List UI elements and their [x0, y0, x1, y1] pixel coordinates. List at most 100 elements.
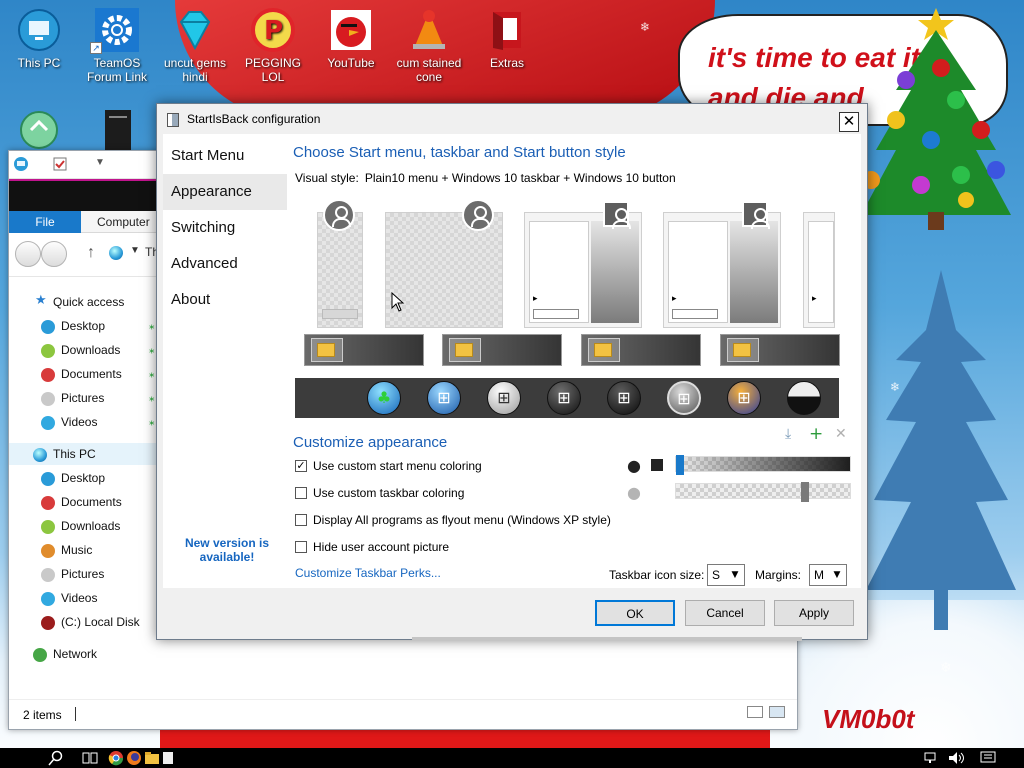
ok-button[interactable]: OK [595, 600, 675, 626]
folder-icon[interactable] [144, 750, 160, 766]
forward-button[interactable] [41, 241, 67, 267]
nav-pc-desktop[interactable]: Desktop [9, 467, 157, 489]
pin-icon: ⁎ [149, 392, 155, 404]
start-menu-style-thumbnail[interactable] [317, 199, 363, 328]
nav-start-menu[interactable]: Start Menu [163, 138, 287, 174]
tab-file[interactable]: File [9, 211, 81, 233]
checkbox[interactable] [295, 487, 307, 499]
checkbox-checked[interactable]: ✓ [295, 460, 307, 472]
address-dropdown-icon[interactable]: ▼ [130, 245, 140, 256]
desktop-icon-uncut-gems[interactable]: uncut gems hindi [156, 6, 234, 84]
taskbar-opacity-slider[interactable] [675, 482, 851, 502]
nav-item-desktop[interactable]: Desktop ⁎ [9, 315, 157, 337]
nav-label: Desktop [61, 319, 106, 333]
snowflake-icon: ❄ [640, 20, 651, 34]
desktop-icon-youtube[interactable]: YouTube [312, 6, 390, 70]
customize-quick-access-icon[interactable]: ▼ [95, 157, 105, 168]
videos-icon [41, 592, 55, 606]
notifications-icon[interactable] [980, 750, 996, 766]
customize-taskbar-perks-link[interactable]: Customize Taskbar Perks... [295, 566, 441, 580]
firefox-icon[interactable] [126, 750, 142, 766]
nav-item-pictures[interactable]: Pictures ⁎ [9, 387, 157, 409]
taskbar-icon-size-select[interactable]: S ▼ [707, 564, 745, 586]
opacity-drop-icon: ● [627, 483, 641, 502]
add-icon[interactable]: + [809, 424, 823, 444]
desktop-icon-extras[interactable]: Extras [468, 6, 546, 70]
cancel-button[interactable]: Cancel [685, 600, 765, 626]
start-menu-style-thumbnail[interactable]: ▸ [663, 201, 781, 328]
start-menu-style-thumbnail[interactable]: ▸ [803, 212, 835, 328]
nav-switching[interactable]: Switching [163, 210, 287, 246]
nav-pc-documents[interactable]: Documents [9, 491, 157, 513]
nav-this-pc[interactable]: This PC [9, 443, 157, 465]
taskbar-style-thumbnail[interactable] [442, 334, 562, 366]
angry-bird-icon [331, 10, 371, 50]
nav-pc-downloads[interactable]: Downloads [9, 515, 157, 537]
nav-item-documents[interactable]: Documents ⁎ [9, 363, 157, 385]
apply-button[interactable]: Apply [774, 600, 854, 626]
taskbar-style-thumbnail[interactable] [720, 334, 840, 366]
slider-thumb[interactable] [676, 455, 684, 475]
start-orb-windows-dark-icon[interactable]: ⊞ [547, 381, 581, 415]
chrome-icon[interactable] [108, 750, 124, 766]
nav-advanced[interactable]: Advanced [163, 246, 287, 282]
desktop-icon-this-pc[interactable]: This PC [0, 6, 78, 70]
new-version-link[interactable]: New version is available! [177, 536, 277, 564]
color-swatch[interactable] [651, 459, 663, 471]
task-view-icon[interactable] [82, 750, 98, 766]
pictures-icon [41, 568, 55, 582]
details-view-icon[interactable] [747, 706, 763, 718]
start-menu-style-thumbnail[interactable]: ▸ [524, 201, 642, 328]
slider-thumb[interactable] [800, 482, 809, 502]
dialog-titlebar[interactable]: StartIsBack configuration ✕ [157, 104, 867, 134]
checkbox[interactable] [295, 514, 307, 526]
nav-quick-access[interactable]: ★ Quick access [9, 291, 157, 313]
desktop-icon-pegging[interactable]: P PEGGING LOL [234, 6, 312, 84]
nav-pc-videos[interactable]: Videos [9, 587, 157, 609]
search-icon[interactable] [48, 750, 64, 766]
start-orb-clover-icon[interactable]: ♣ [367, 381, 401, 415]
desktop-icon-teamos[interactable]: TeamOS Forum Link ↗ [78, 6, 156, 84]
nav-item-downloads[interactable]: Downloads ⁎ [9, 339, 157, 361]
start-orb-windows10-selected-icon[interactable]: ⊞ [667, 381, 701, 415]
start-orb-vista-icon[interactable]: ⊞ [727, 381, 761, 415]
back-button[interactable] [15, 241, 41, 267]
start-orb-windows-black-icon[interactable]: ⊞ [607, 381, 641, 415]
nav-appearance[interactable]: Appearance [163, 174, 287, 210]
item-count: 2 items [23, 708, 62, 722]
desktop-icon-cone[interactable]: cum stained cone [390, 6, 468, 84]
desktop-icon-label: YouTube [327, 56, 375, 70]
remove-icon[interactable]: ✕ [835, 426, 847, 442]
taskbar-icon-size-label: Taskbar icon size: [609, 568, 705, 582]
nav-pc-pictures[interactable]: Pictures [9, 563, 157, 585]
start-orb-windows7-icon[interactable]: ⊞ [427, 381, 461, 415]
properties-icon[interactable] [53, 157, 67, 174]
up-arrow-icon[interactable]: ↑ [87, 244, 95, 262]
margins-select[interactable]: M ▼ [809, 564, 847, 586]
network-tray-icon[interactable] [924, 750, 940, 766]
folder-icon [455, 343, 473, 357]
nav-network[interactable]: Network [9, 643, 157, 665]
nav-pc-music[interactable]: Music [9, 539, 157, 561]
taskbar-style-thumbnail[interactable] [581, 334, 701, 366]
taskbar-style-thumbnail[interactable] [304, 334, 424, 366]
nav-about[interactable]: About [163, 282, 287, 318]
nav-item-videos[interactable]: Videos ⁎ [9, 411, 157, 433]
desktop-icon-book[interactable] [78, 106, 156, 156]
desktop-icon-recycle-bin[interactable] [0, 106, 78, 156]
import-icon[interactable]: ⤓ [785, 426, 791, 442]
tab-computer[interactable]: Computer [81, 211, 166, 233]
horizontal-scrollbar[interactable] [412, 637, 802, 641]
start-orb-plain-icon[interactable] [787, 381, 821, 415]
start-button[interactable] [8, 750, 38, 766]
volume-icon[interactable] [948, 750, 966, 766]
startisback-dialog[interactable]: StartIsBack configuration ✕ Start Menu A… [156, 103, 868, 641]
large-icons-view-icon[interactable] [769, 706, 785, 718]
start-menu-opacity-slider[interactable] [675, 455, 851, 475]
desktop-icon-label: cum stained cone [396, 56, 462, 84]
taskbar-app-icon[interactable] [162, 750, 174, 766]
nav-pc-local-disk[interactable]: (C:) Local Disk [9, 611, 157, 633]
start-orb-windows-white-icon[interactable]: ⊞ [487, 381, 521, 415]
checkbox[interactable] [295, 541, 307, 553]
close-button[interactable]: ✕ [839, 112, 859, 132]
